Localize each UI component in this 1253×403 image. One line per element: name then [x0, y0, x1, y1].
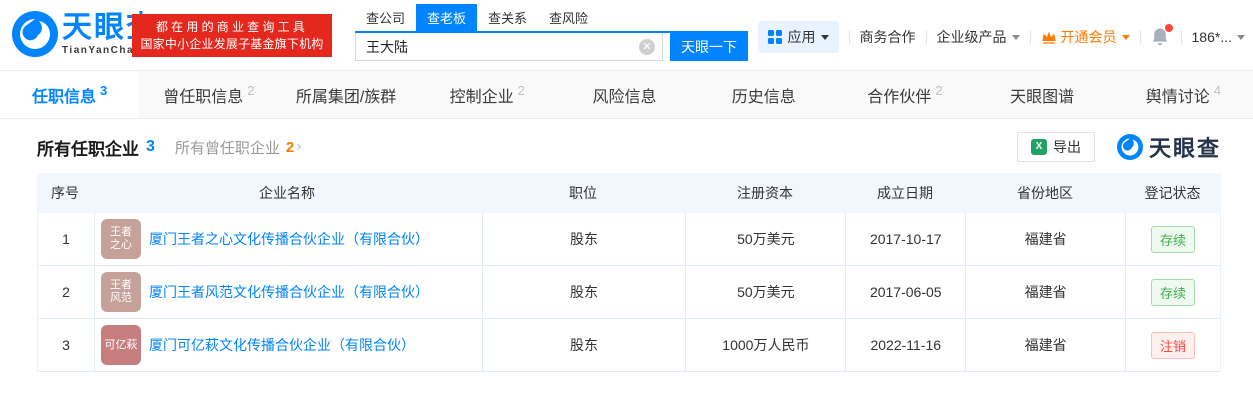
slogan-badge: 都在用的商业查询工具 国家中小企业发展子基金旗下机构 — [132, 14, 332, 57]
slogan-line1: 都在用的商业查询工具 — [155, 20, 308, 34]
row-index: 1 — [62, 231, 70, 247]
capital-cell: 50万美元 — [685, 213, 845, 265]
apps-label: 应用 — [787, 29, 816, 45]
search-submit-button[interactable]: 天眼一下 — [670, 33, 748, 61]
position-cell: 股东 — [481, 319, 686, 371]
nav-enterprise-products[interactable]: 企业级产品 — [937, 27, 1020, 47]
export-button[interactable]: X 导出 — [1016, 132, 1095, 162]
chevron-down-icon — [1121, 34, 1130, 40]
company-logo: 王者 之心 — [100, 219, 141, 259]
table-header-row: 序号 企业名称 职位 注册资本 成立日期 省份地区 登记状态 — [37, 173, 1221, 213]
company-logo: 可亿萩 — [100, 325, 141, 365]
province-cell: 福建省 — [965, 213, 1125, 265]
tab-partners[interactable]: 合作伙伴 2 — [835, 71, 974, 118]
chevron-down-icon — [1237, 34, 1245, 40]
date-cell: 2022-11-16 — [845, 319, 965, 371]
nav-business-coop[interactable]: 商务合作 — [860, 27, 916, 47]
profile-tabbar: 任职信息 3 曾任职信息 2 所属集团/族群 控制企业 2 风险信息 历史信息 合作伙… — [0, 70, 1253, 119]
divider — [848, 30, 850, 44]
tab-controlled-companies[interactable]: 控制企业 2 — [418, 71, 557, 118]
crown-icon — [1041, 31, 1056, 44]
chevron-down-icon — [1011, 34, 1020, 40]
tab-risk-info[interactable]: 风险信息 — [557, 71, 696, 118]
divider — [1139, 30, 1141, 44]
row-index: 3 — [62, 337, 70, 353]
apps-grid-icon — [767, 30, 782, 44]
row-index: 2 — [62, 284, 70, 300]
company-logo: 王者 风范 — [100, 272, 141, 312]
table-row: 2 王者 风范 厦门王者风范文化传播合伙企业（有限合伙） 股东 50万美元 20… — [37, 266, 1221, 319]
search-box: 查公司 查老板 查关系 查风险 ✕ 天眼一下 — [355, 4, 748, 61]
positions-table: 序号 企业名称 职位 注册资本 成立日期 省份地区 登记状态 1 王者 之心 厦… — [37, 173, 1221, 372]
position-cell: 股东 — [481, 213, 686, 265]
account-menu[interactable]: 186*... — [1192, 29, 1245, 45]
section-title: 所有任职企业 — [37, 139, 139, 159]
divider — [1029, 30, 1031, 44]
search-tab-boss[interactable]: 查老板 — [416, 4, 478, 31]
capital-cell: 1000万人民币 — [685, 319, 845, 371]
former-companies-link[interactable]: 所有曾任职企业 2 › — [175, 137, 302, 158]
notification-dot — [1164, 24, 1173, 32]
account-phone: 186*... — [1191, 29, 1232, 45]
province-cell: 福建省 — [965, 266, 1125, 318]
clear-icon[interactable]: ✕ — [639, 39, 655, 55]
search-tab-relation[interactable]: 查关系 — [477, 4, 538, 31]
province-cell: 福建省 — [965, 319, 1125, 371]
search-tab-company[interactable]: 查公司 — [355, 4, 416, 31]
status-badge: 注销 — [1151, 331, 1196, 359]
nav-vip-upgrade[interactable]: 开通会员 — [1041, 27, 1130, 47]
chevron-down-icon — [820, 34, 829, 40]
company-name-link[interactable]: 厦门王者之心文化传播合伙企业（有限合伙） — [149, 229, 429, 249]
table-row: 1 王者 之心 厦门王者之心文化传播合伙企业（有限合伙） 股东 50万美元 20… — [37, 213, 1221, 266]
header-nav: 应用 商务合作 企业级产品 开通会员 186*... — [757, 21, 1245, 53]
company-name-link[interactable]: 厦门王者风范文化传播合伙企业（有限合伙） — [149, 282, 429, 302]
search-input[interactable] — [355, 33, 663, 61]
excel-icon: X — [1030, 139, 1047, 155]
tab-history-info[interactable]: 历史信息 — [696, 71, 835, 118]
tianyancha-watermark-icon — [1116, 134, 1143, 160]
status-badge: 存续 — [1151, 278, 1196, 306]
section-count: 3 — [146, 138, 155, 155]
tab-group-cluster[interactable]: 所属集团/族群 — [278, 71, 417, 118]
tab-positions[interactable]: 任职信息 3 — [0, 71, 140, 118]
chevron-right-icon: › — [296, 139, 302, 155]
capital-cell: 50万美元 — [685, 266, 845, 318]
search-tab-risk[interactable]: 查风险 — [538, 4, 599, 31]
tianyancha-logo-icon — [12, 11, 58, 57]
search-tabs: 查公司 查老板 查关系 查风险 — [355, 4, 748, 33]
tab-former-positions[interactable]: 曾任职信息 2 — [139, 71, 278, 118]
section-header: 所有任职企业 3 所有曾任职企业 2 › X 导出 天眼查 — [37, 129, 1221, 165]
tianyancha-watermark: 天眼查 — [1116, 131, 1221, 163]
tab-graph[interactable]: 天眼图谱 — [975, 71, 1114, 118]
slogan-line2: 国家中小企业发展子基金旗下机构 — [140, 37, 324, 51]
tab-public-opinion[interactable]: 舆情讨论 4 — [1114, 71, 1253, 118]
status-badge: 存续 — [1151, 225, 1196, 253]
divider — [925, 30, 927, 44]
apps-menu[interactable]: 应用 — [757, 21, 839, 53]
date-cell: 2017-10-17 — [845, 213, 965, 265]
date-cell: 2017-06-05 — [845, 266, 965, 318]
notifications-bell[interactable] — [1151, 24, 1173, 47]
divider — [1180, 30, 1182, 44]
company-name-link[interactable]: 厦门可亿萩文化传播合伙企业（有限合伙） — [149, 335, 415, 355]
site-header: 天眼查 TianYanCha.com 都在用的商业查询工具 国家中小企业发展子基… — [0, 0, 1253, 70]
position-cell: 股东 — [481, 266, 686, 318]
table-row: 3 可亿萩 厦门可亿萩文化传播合伙企业（有限合伙） 股东 1000万人民币 20… — [37, 319, 1221, 372]
